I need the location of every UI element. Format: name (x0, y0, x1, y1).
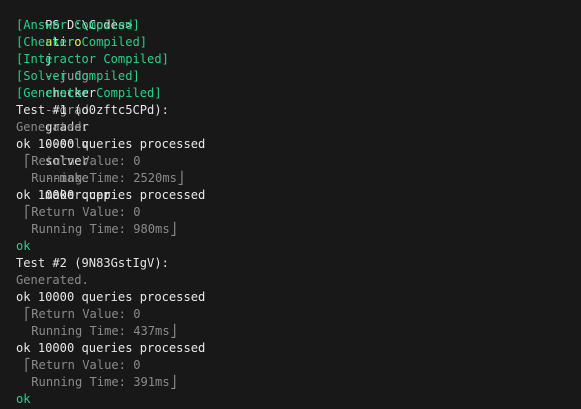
running-time: Running Time: 437ms⎦ (16, 323, 581, 340)
run-result: ok 10000 queries processed (16, 341, 206, 355)
return-value: ⎡Return Value: 0 (16, 306, 581, 323)
test-header: Test #2 (9N83GstIgV): (16, 256, 169, 270)
running-time-text: Running Time: 391ms⎦ (24, 375, 177, 389)
verdict-ok: ok (16, 239, 31, 253)
running-time-text: Running Time: 980ms⎦ (24, 222, 177, 236)
compiled-checker: [Checker Compiled] (16, 35, 148, 49)
run-result: ok 10000 queries processed (16, 137, 206, 151)
return-value: ⎡Return Value: 0 (16, 204, 581, 221)
compiled-solver: [Solver Compiled] (16, 69, 140, 83)
terminal-output[interactable]: PS D:\Codes> atiro j --judg checker --gr… (0, 0, 581, 409)
running-time-text: Running Time: 2520ms⎦ (24, 171, 185, 185)
return-value-text: ⎡Return Value: 0 (24, 205, 141, 219)
compiled-interactor: [Interactor Compiled] (16, 52, 169, 66)
running-time-text: Running Time: 437ms⎦ (24, 324, 177, 338)
running-time: Running Time: 391ms⎦ (16, 374, 581, 391)
generated-status: Generated. (16, 273, 89, 287)
run-result: ok 10000 queries processed (16, 188, 206, 202)
return-value-text: ⎡Return Value: 0 (24, 307, 141, 321)
return-value-text: ⎡Return Value: 0 (24, 358, 141, 372)
return-value-text: ⎡Return Value: 0 (24, 154, 141, 168)
compiled-answer: [Answer Compiled] (16, 18, 140, 32)
test-header: Test #1 (o0zftc5CPd): (16, 103, 169, 117)
return-value: ⎡Return Value: 0 (16, 357, 581, 374)
run-result: ok 10000 queries processed (16, 290, 206, 304)
running-time: Running Time: 980ms⎦ (16, 221, 581, 238)
compiled-generator: [Generator Compiled] (16, 86, 162, 100)
verdict-ok: ok (16, 392, 31, 406)
return-value: ⎡Return Value: 0 (16, 153, 581, 170)
running-time: Running Time: 2520ms⎦ (16, 170, 581, 187)
generated-status: Generated. (16, 120, 89, 134)
command-line: PS D:\Codes> atiro j --judg checker --gr… (0, 0, 581, 202)
